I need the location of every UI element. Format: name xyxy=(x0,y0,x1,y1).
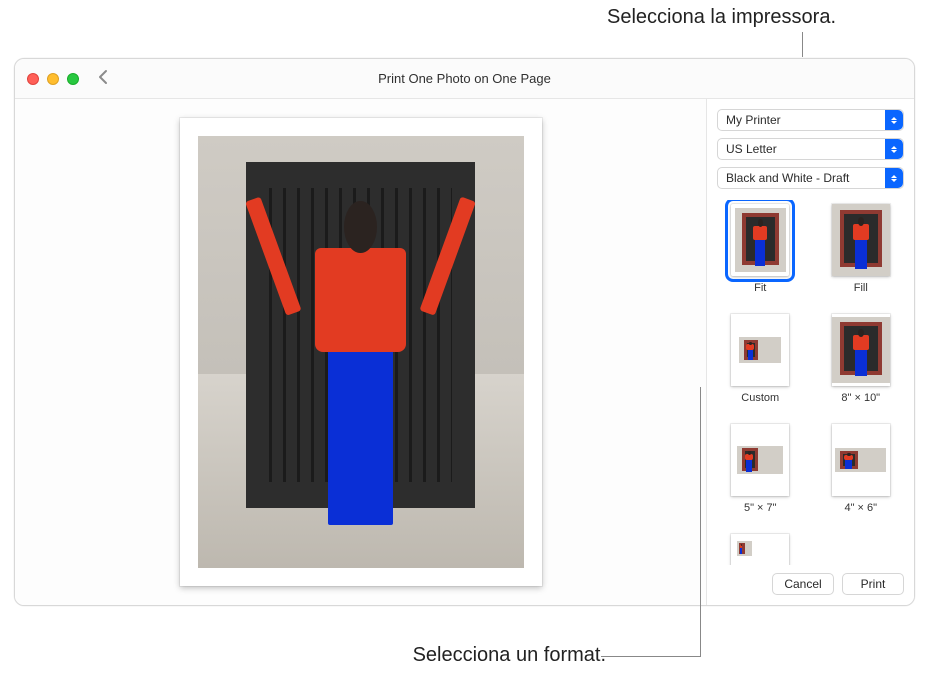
updown-icon xyxy=(885,139,903,159)
callout-leader-top xyxy=(802,32,803,57)
print-window: Print One Photo on One Page My Printer U… xyxy=(14,58,915,606)
window-title: Print One Photo on One Page xyxy=(15,71,914,86)
layout-option-fit[interactable]: Fit xyxy=(719,204,802,294)
fullscreen-button[interactable] xyxy=(67,73,79,85)
print-preview-photo xyxy=(198,136,524,568)
layout-thumb-5x7 xyxy=(731,424,789,496)
print-preview-page xyxy=(180,118,542,586)
chevron-left-icon xyxy=(97,69,109,85)
layout-thumb-custom xyxy=(731,314,789,386)
updown-icon xyxy=(885,168,903,188)
quality-value: Black and White - Draft xyxy=(726,171,849,185)
callout-select-printer: Selecciona la impressora. xyxy=(607,6,836,29)
back-button[interactable] xyxy=(97,69,109,88)
window-titlebar: Print One Photo on One Page xyxy=(15,59,914,99)
layout-label: 5" × 7" xyxy=(744,502,777,514)
layout-thumb-contact xyxy=(731,534,789,565)
layout-option-custom[interactable]: Custom xyxy=(719,314,802,404)
print-options-sidebar: My Printer US Letter Black and White - D… xyxy=(706,99,914,605)
layout-label: Fill xyxy=(854,282,868,294)
print-preview-area xyxy=(15,99,706,605)
window-controls xyxy=(27,73,79,85)
printer-select-value: My Printer xyxy=(726,113,781,127)
updown-icon xyxy=(885,110,903,130)
printer-select[interactable]: My Printer xyxy=(717,109,904,131)
layout-label: 8" × 10" xyxy=(841,392,880,404)
layout-thumb-8x10 xyxy=(832,314,890,386)
layout-thumb-4x6 xyxy=(832,424,890,496)
window-content: My Printer US Letter Black and White - D… xyxy=(15,99,914,605)
paper-size-select[interactable]: US Letter xyxy=(717,138,904,160)
layout-option-5x7[interactable]: 5" × 7" xyxy=(719,424,802,514)
cancel-button[interactable]: Cancel xyxy=(772,573,834,595)
layout-thumb-fill xyxy=(832,204,890,276)
quality-select[interactable]: Black and White - Draft xyxy=(717,167,904,189)
layout-option-4x6[interactable]: 4" × 6" xyxy=(820,424,903,514)
layout-option-contact[interactable] xyxy=(719,534,802,565)
callout-leader-bottom-v xyxy=(700,387,701,657)
layout-label: Fit xyxy=(754,282,766,294)
layout-options: Fit Fill Custom 8" × 10" 5" × 7" 4" × 6" xyxy=(717,200,904,565)
close-button[interactable] xyxy=(27,73,39,85)
layout-thumb-fit xyxy=(731,204,789,276)
layout-label: Custom xyxy=(741,392,779,404)
layout-label: 4" × 6" xyxy=(844,502,877,514)
minimize-button[interactable] xyxy=(47,73,59,85)
layout-option-8x10[interactable]: 8" × 10" xyxy=(820,314,903,404)
print-button[interactable]: Print xyxy=(842,573,904,595)
callout-select-format: Selecciona un format. xyxy=(413,644,606,667)
callout-leader-bottom-h xyxy=(601,656,701,657)
layout-option-fill[interactable]: Fill xyxy=(820,204,903,294)
sidebar-footer: Cancel Print xyxy=(717,565,904,595)
paper-size-value: US Letter xyxy=(726,142,777,156)
